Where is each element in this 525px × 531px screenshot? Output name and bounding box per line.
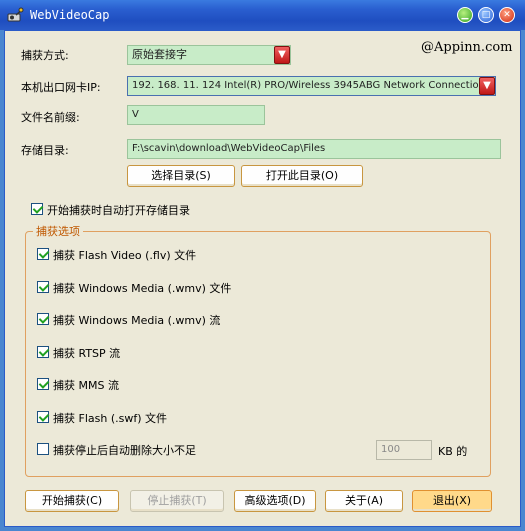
option-swf-label: 捕获 Flash (.swf) 文件 [53,412,167,425]
min-size-value: 100 [381,444,401,455]
maximize-button[interactable]: □ [478,7,494,23]
window-title: WebVideoCap [30,8,110,22]
option-wmv-stream-label: 捕获 Windows Media (.wmv) 流 [53,314,221,327]
option-rtsp-label: 捕获 RTSP 流 [53,347,121,360]
storage-path-value: F:\scavin\download\WebVideoCap\Files [132,143,326,154]
app-window: WebVideoCap ▁ □ ✕ @Appinn.com 捕获方式: 原始套接… [0,0,525,531]
advanced-options-button[interactable]: 高级选项(D) [234,490,316,512]
stop-capture-button[interactable]: 停止捕获(T) [130,490,224,512]
title-bar[interactable]: WebVideoCap ▁ □ ✕ [0,0,525,30]
nic-value: 192. 168. 11. 124 Intel(R) PRO/Wireless … [132,80,492,91]
minimize-icon: ▁ [461,10,469,20]
minimize-button[interactable]: ▁ [457,7,473,23]
option-auto-delete-label: 捕获停止后自动删除大小不足 [53,444,196,457]
nic-label: 本机出口网卡IP: [21,81,101,94]
option-rtsp-checkbox[interactable] [37,346,49,358]
close-icon: ✕ [503,10,511,20]
nic-dropdown-icon[interactable]: ▼ [479,77,495,95]
min-size-unit-label: KB 的 [438,445,468,458]
capture-mode-label: 捕获方式: [21,49,69,62]
auto-open-checkbox[interactable] [31,203,43,215]
option-auto-delete-checkbox[interactable] [37,443,49,455]
about-button[interactable]: 关于(A) [325,490,403,512]
option-wmv-file-label: 捕获 Windows Media (.wmv) 文件 [53,282,232,295]
capture-options-title: 捕获选项 [33,223,83,239]
start-capture-button[interactable]: 开始捕获(C) [25,490,119,512]
option-wmv-stream-checkbox[interactable] [37,313,49,325]
capture-mode-dropdown-icon[interactable]: ▼ [274,46,290,64]
capture-mode-select[interactable]: 原始套接字 [127,45,291,65]
brand-label: @Appinn.com [421,40,513,55]
option-wmv-file-checkbox[interactable] [37,281,49,293]
min-size-input[interactable]: 100 [376,440,432,460]
main-panel: @Appinn.com 捕获方式: 原始套接字 ▼ 本机出口网卡IP: 192.… [4,30,521,527]
storage-label: 存储目录: [21,144,69,157]
maximize-icon: □ [481,10,491,20]
option-flv-checkbox[interactable] [37,248,49,260]
prefix-value: V [132,109,139,120]
exit-button[interactable]: 退出(X) [412,490,492,512]
option-mms-label: 捕获 MMS 流 [53,379,119,392]
capture-mode-value: 原始套接字 [132,48,187,61]
app-icon [7,7,24,22]
option-flv-label: 捕获 Flash Video (.flv) 文件 [53,249,197,262]
close-button[interactable]: ✕ [499,7,515,23]
prefix-label: 文件名前缀: [21,111,80,124]
storage-path-input[interactable]: F:\scavin\download\WebVideoCap\Files [127,139,501,159]
auto-open-label: 开始捕获时自动打开存储目录 [47,204,190,217]
open-dir-button[interactable]: 打开此目录(O) [241,165,363,187]
nic-select[interactable]: 192. 168. 11. 124 Intel(R) PRO/Wireless … [127,76,496,96]
option-mms-checkbox[interactable] [37,378,49,390]
select-dir-button[interactable]: 选择目录(S) [127,165,235,187]
option-swf-checkbox[interactable] [37,411,49,423]
prefix-input[interactable]: V [127,105,265,125]
